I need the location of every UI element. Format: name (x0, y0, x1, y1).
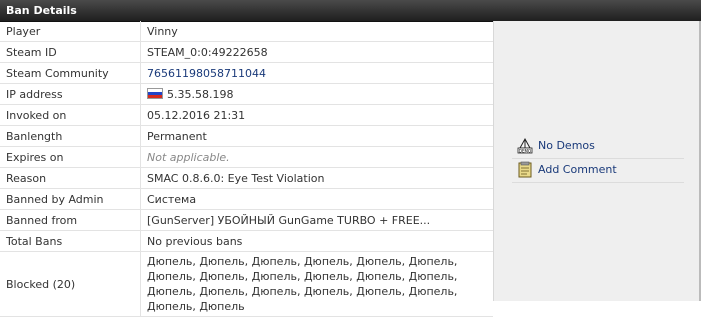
banlength-value: Permanent (140, 125, 493, 147)
ban-details-panel: Ban Details Player Vinny Steam ID STEAM_… (0, 0, 701, 317)
table-row: Expires on Not applicable. (0, 146, 493, 168)
table-row: Total Bans No previous bans (0, 230, 493, 252)
table-row: Steam Community 76561198058711044 (0, 62, 493, 84)
banned-from-value: [GunServer] УБОЙНЫЙ GunGame TURBO + FREE… (140, 209, 493, 231)
demo-icon: DEMO (517, 137, 533, 154)
ban-actions-sidebar: DEMO No Demos Add Comment (493, 21, 701, 301)
no-demos-label: No Demos (538, 139, 595, 152)
panel-title: Ban Details (6, 4, 77, 17)
row-label-steam-id: Steam ID (0, 41, 141, 63)
expires-on-value: Not applicable. (147, 150, 230, 164)
table-row: Banned by Admin Система (0, 188, 493, 210)
row-label-steam-community: Steam Community (0, 62, 141, 84)
row-label-reason: Reason (0, 167, 141, 189)
row-label-banlength: Banlength (0, 125, 141, 147)
player-name: Vinny (140, 21, 493, 42)
svg-text:DEMO: DEMO (519, 149, 531, 154)
row-label-player: Player (0, 21, 141, 42)
table-row: IP address 5.35.58.198 (0, 83, 493, 105)
no-demos-action[interactable]: DEMO No Demos (512, 136, 684, 159)
ip-address-value: 5.35.58.198 (167, 87, 234, 101)
steam-community-link[interactable]: 76561198058711044 (147, 67, 266, 80)
row-label-banned-by-admin: Banned by Admin (0, 188, 141, 210)
table-row: Blocked (20) Дюпель, Дюпель, Дюпель, Дюп… (0, 251, 493, 317)
banned-by-admin-value: Система (140, 188, 493, 210)
table-row: Banned from [GunServer] УБОЙНЫЙ GunGame … (0, 209, 493, 231)
row-label-total-bans: Total Bans (0, 230, 141, 252)
row-label-banned-from: Banned from (0, 209, 141, 231)
row-label-invoked-on: Invoked on (0, 104, 141, 126)
total-bans-value: No previous bans (140, 230, 493, 252)
row-label-expires-on: Expires on (0, 146, 141, 168)
add-comment-action[interactable]: Add Comment (512, 160, 684, 183)
table-row: Reason SMAC 0.8.6.0: Eye Test Violation (0, 167, 493, 189)
table-row: Banlength Permanent (0, 125, 493, 147)
russia-flag-icon (147, 87, 163, 99)
reason-value: SMAC 0.8.6.0: Eye Test Violation (140, 167, 493, 189)
table-row: Player Vinny (0, 21, 493, 42)
row-label-ip-address: IP address (0, 83, 141, 105)
panel-header: Ban Details (0, 0, 701, 22)
row-label-blocked: Blocked (20) (0, 251, 141, 317)
steam-id-value: STEAM_0:0:49222658 (140, 41, 493, 63)
ban-details-table: Player Vinny Steam ID STEAM_0:0:49222658… (0, 21, 493, 317)
add-comment-label: Add Comment (538, 163, 617, 176)
blocked-list-value: Дюпель, Дюпель, Дюпель, Дюпель, Дюпель, … (147, 255, 458, 313)
invoked-on-value: 05.12.2016 21:31 (140, 104, 493, 126)
notepad-icon (518, 161, 532, 178)
table-row: Invoked on 05.12.2016 21:31 (0, 104, 493, 126)
table-row: Steam ID STEAM_0:0:49222658 (0, 41, 493, 63)
